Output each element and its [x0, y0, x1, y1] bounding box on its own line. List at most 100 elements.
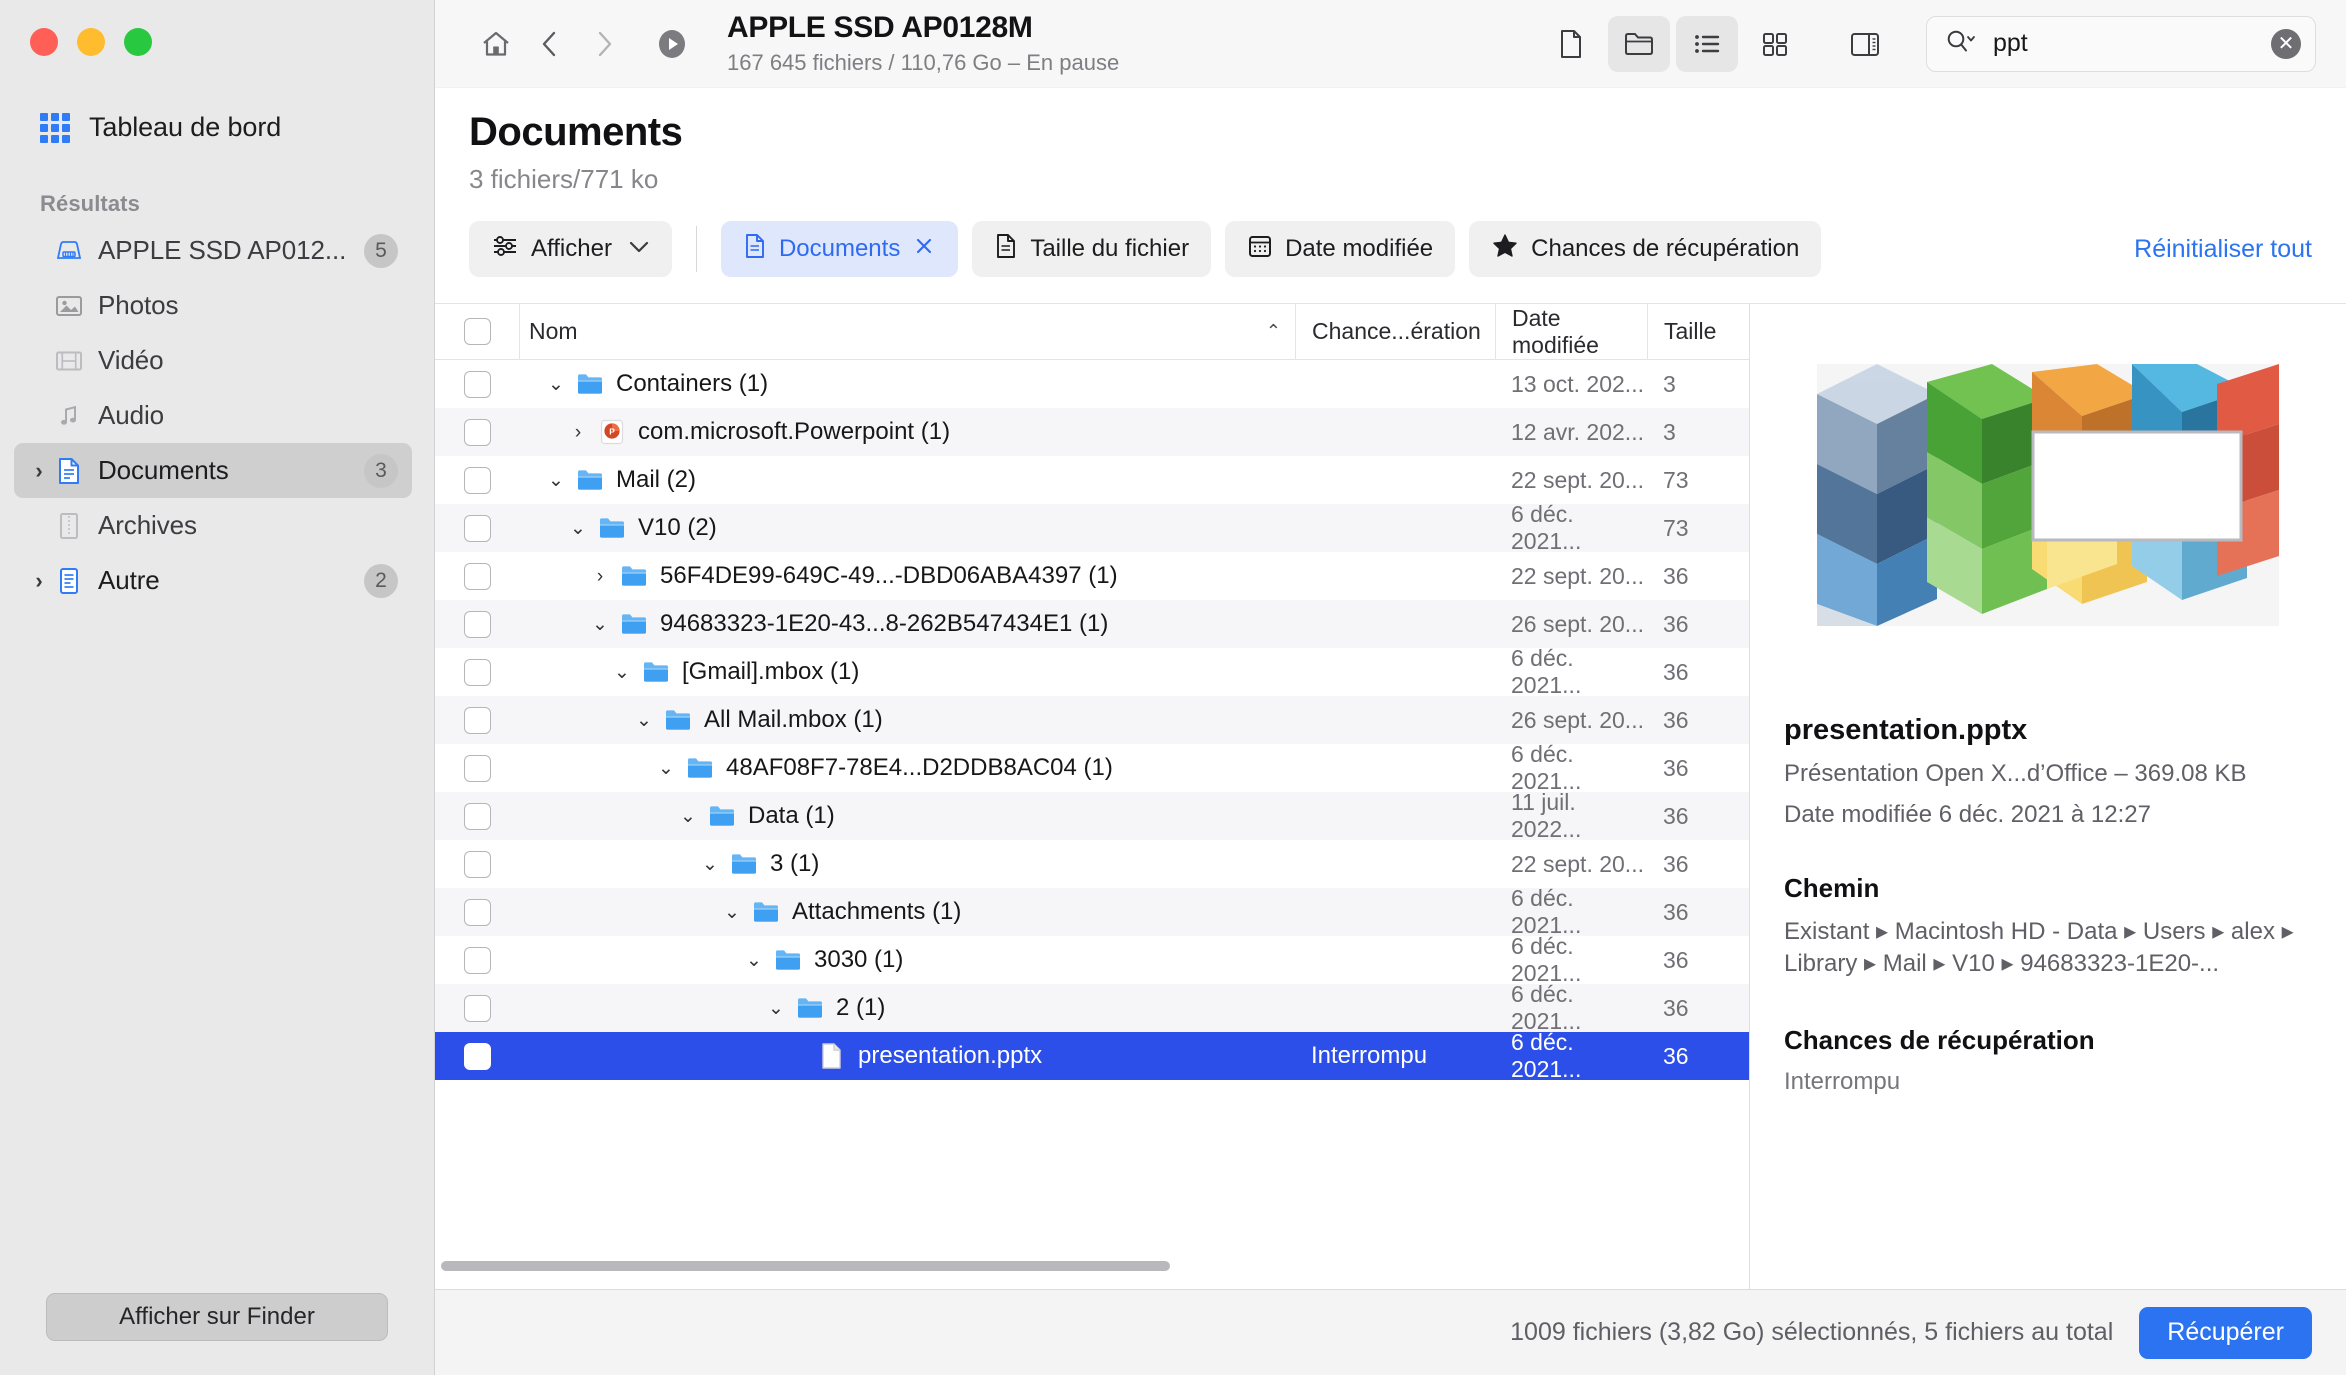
row-date-cell: 6 déc. 2021... — [1511, 645, 1582, 698]
play-icon[interactable] — [645, 17, 699, 71]
sidebar-item-label: Autre — [98, 565, 160, 595]
grid-view-icon[interactable] — [1744, 16, 1806, 72]
sidebar-item-archives[interactable]: › Archives — [14, 498, 412, 553]
row-checkbox[interactable] — [435, 802, 519, 830]
clear-search-icon[interactable]: ✕ — [2271, 28, 2301, 59]
search-input[interactable]: ppt — [1993, 29, 2267, 58]
show-filter-button[interactable]: Afficher — [469, 221, 672, 277]
horizontal-scrollbar[interactable] — [441, 1261, 1743, 1271]
select-all-checkbox[interactable] — [435, 318, 519, 345]
view-mode-group — [1540, 15, 1896, 72]
row-checkbox[interactable] — [435, 850, 519, 878]
row-checkbox[interactable] — [435, 994, 519, 1022]
list-view-icon[interactable] — [1676, 15, 1738, 72]
column-header-date[interactable]: Date modifiée — [1495, 304, 1647, 359]
row-checkbox[interactable] — [435, 514, 519, 542]
minimize-button[interactable] — [77, 28, 105, 56]
file-view-icon[interactable] — [1540, 16, 1602, 72]
table-row[interactable]: › 56F4DE99-649C-49...-DBD06ABA4397 (1) 22 … — [435, 552, 1749, 600]
row-twisty-icon[interactable]: ⌄ — [539, 471, 573, 490]
table-row[interactable]: ⌄ Attachments (1) 6 déc. 2021... 36 — [435, 885, 1749, 938]
row-twisty-icon[interactable]: › — [583, 567, 617, 586]
table-row[interactable]: ⌄ All Mail.mbox (1) 26 sept. 20... 36 — [435, 696, 1749, 744]
row-checkbox[interactable] — [435, 706, 519, 734]
filter-chip-label: Chances de récupération — [1531, 235, 1800, 262]
close-button[interactable] — [30, 28, 58, 56]
row-name-label: 3 (1) — [770, 850, 820, 877]
disclosure-icon[interactable]: › — [26, 459, 52, 482]
sidebar-item-photos[interactable]: › Photos — [14, 278, 412, 333]
sidebar-toggle-icon[interactable] — [1834, 16, 1896, 72]
table-row[interactable]: ⌄ Mail (2) 22 sept. 20... 73 — [435, 456, 1749, 504]
sidebar-nav: › APPLE SSD AP012... 5 › Photos › V — [0, 223, 434, 608]
row-checkbox[interactable] — [435, 610, 519, 638]
row-checkbox[interactable] — [435, 1042, 519, 1070]
row-twisty-icon[interactable]: ⌄ — [605, 663, 639, 682]
filter-chip-file-size[interactable]: Taille du fichier — [972, 221, 1212, 277]
sidebar-item-dashboard[interactable]: Tableau de bord — [40, 104, 410, 151]
table-row[interactable]: › Pcom.microsoft.Powerpoint (1) 12 avr. 20… — [435, 408, 1749, 456]
sidebar-item-documents[interactable]: › Documents 3 — [14, 443, 412, 498]
row-twisty-icon[interactable]: ⌄ — [693, 855, 727, 874]
row-checkbox[interactable] — [435, 658, 519, 686]
table-row[interactable]: ⌄ 94683323-1E20-43...8-262B547434E1 (1) 26… — [435, 600, 1749, 648]
row-twisty-icon[interactable]: ⌄ — [539, 375, 573, 394]
row-checkbox[interactable] — [435, 754, 519, 782]
row-name-cell: ›presentation.pptx — [519, 1042, 1295, 1070]
row-twisty-icon[interactable]: ⌄ — [671, 807, 705, 826]
zoom-button[interactable] — [124, 28, 152, 56]
row-twisty-icon[interactable]: ⌄ — [561, 519, 595, 538]
row-checkbox[interactable] — [435, 898, 519, 926]
column-header-size[interactable]: Taille — [1647, 304, 1749, 359]
disclosure-icon[interactable]: › — [26, 569, 52, 592]
table-row[interactable]: ⌄ V10 (2) 6 déc. 2021... 73 — [435, 501, 1749, 554]
forward-button[interactable] — [577, 17, 631, 71]
table-row[interactable]: ⌄ 2 (1) 6 déc. 2021... 36 — [435, 981, 1749, 1034]
row-checkbox[interactable] — [435, 418, 519, 446]
row-chance-cell: Interrompu — [1311, 1042, 1428, 1069]
row-twisty-icon[interactable]: ⌄ — [627, 711, 661, 730]
table-row[interactable]: ⌄ Containers (1) 13 oct. 202... 3 — [435, 360, 1749, 408]
row-checkbox[interactable] — [435, 466, 519, 494]
column-header-chance[interactable]: Chance...ération — [1295, 304, 1495, 359]
column-header-name[interactable]: Nom ⌃ — [519, 304, 1295, 359]
scrollbar-thumb[interactable] — [441, 1261, 1171, 1271]
sidebar-item-audio[interactable]: › Audio — [14, 388, 412, 443]
table-row[interactable]: ⌄ [Gmail].mbox (1) 6 déc. 2021... 36 — [435, 645, 1749, 698]
sidebar-item-label: Vidéo — [98, 345, 164, 375]
reset-all-link[interactable]: Réinitialiser tout — [2134, 235, 2312, 264]
row-size-cell: 36 — [1663, 658, 1689, 685]
recover-button[interactable]: Récupérer — [2139, 1306, 2312, 1359]
row-checkbox[interactable] — [435, 946, 519, 974]
table-row[interactable]: ⌄ 3 (1) 22 sept. 20... 36 — [435, 840, 1749, 888]
sidebar-item-autre[interactable]: › Autre 2 — [14, 553, 412, 608]
row-twisty-icon[interactable]: ⌄ — [715, 903, 749, 922]
row-checkbox[interactable] — [435, 562, 519, 590]
folder-view-icon[interactable] — [1608, 15, 1670, 72]
show-in-finder-button[interactable]: Afficher sur Finder — [46, 1293, 388, 1341]
filter-chip-documents[interactable]: Documents — [720, 221, 959, 277]
row-twisty-icon[interactable]: ⌄ — [737, 951, 771, 970]
filter-chip-recovery-chances[interactable]: Chances de récupération — [1469, 221, 1822, 277]
search-field[interactable]: ppt ✕ — [1926, 15, 2316, 72]
row-twisty-icon[interactable]: ⌄ — [759, 999, 793, 1018]
row-twisty-icon[interactable]: ⌄ — [649, 759, 683, 778]
row-size-cell: 36 — [1663, 610, 1689, 637]
sidebar-item-apple-ssd[interactable]: › APPLE SSD AP012... 5 — [14, 223, 412, 278]
home-icon[interactable] — [469, 17, 523, 71]
row-twisty-icon[interactable]: ⌄ — [583, 615, 617, 634]
row-twisty-icon[interactable]: › — [561, 423, 595, 442]
filter-chip-date-modified[interactable]: Date modifiée — [1225, 221, 1456, 277]
row-checkbox[interactable] — [435, 370, 519, 398]
row-date-cell: 13 oct. 202... — [1511, 370, 1644, 397]
sidebar-item-video[interactable]: › Vidéo — [14, 333, 412, 388]
table-row[interactable]: ⌄ 3030 (1) 6 déc. 2021... 36 — [435, 933, 1749, 986]
table-row[interactable]: ›presentation.pptx Interrompu 6 déc. 2021.… — [435, 1029, 1749, 1082]
drive-title: APPLE SSD AP0128M — [727, 10, 1033, 44]
remove-filter-icon[interactable] — [912, 234, 936, 265]
table-row[interactable]: ⌄ 48AF08F7-78E4...D2DDB8AC04 (1) 6 déc. 20… — [435, 741, 1749, 794]
table-row[interactable]: ⌄ Data (1) 11 juil. 2022... 36 — [435, 789, 1749, 842]
detail-chance-value: Interrompu — [1784, 1067, 1901, 1095]
filter-chip-label: Documents — [778, 235, 901, 262]
back-button[interactable] — [523, 17, 577, 71]
